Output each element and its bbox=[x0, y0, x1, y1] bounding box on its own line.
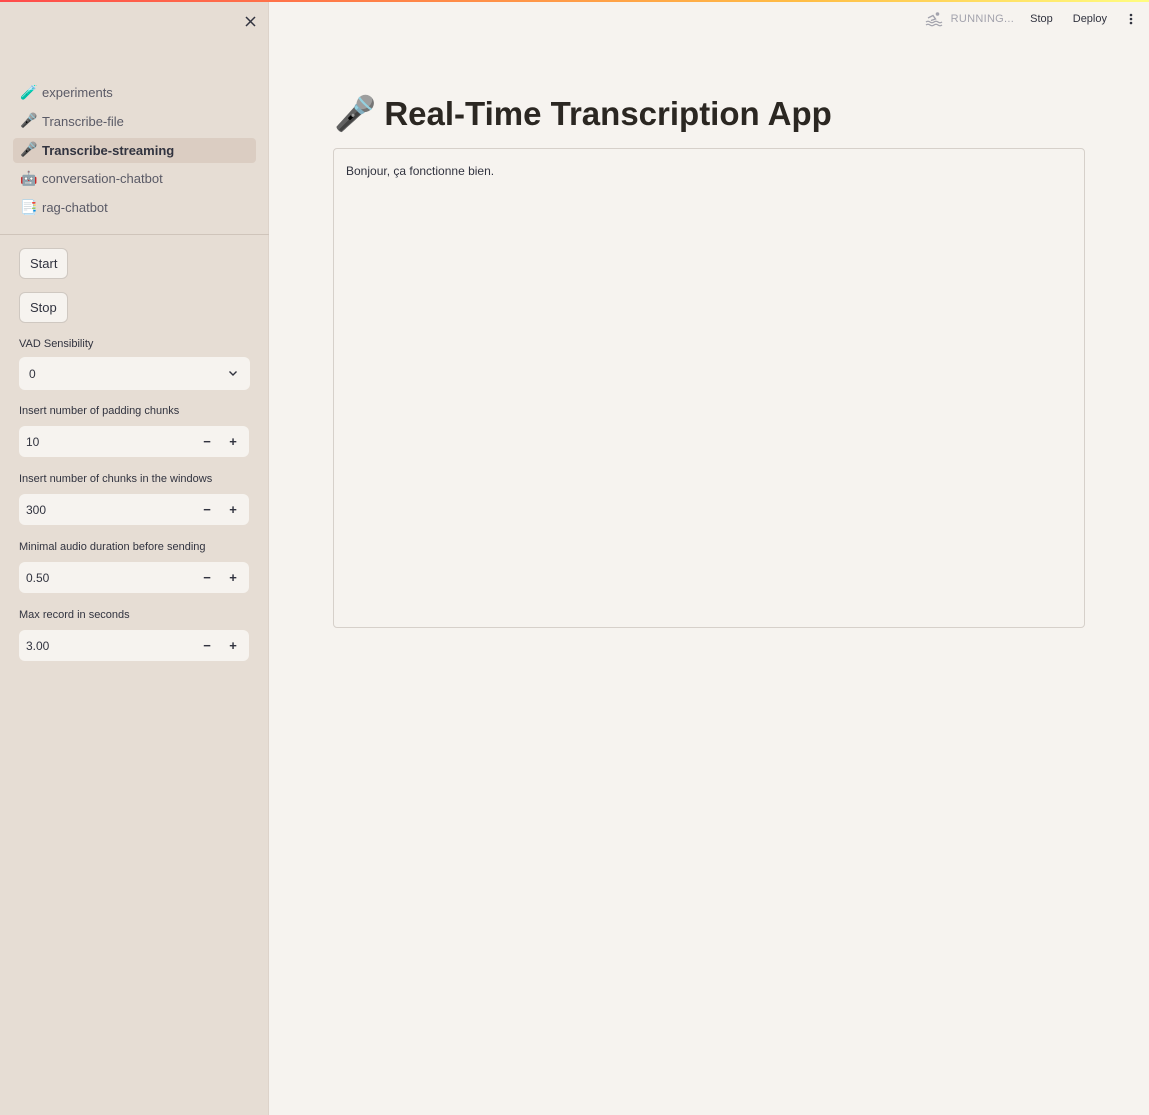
deploy-button[interactable]: Deploy bbox=[1073, 13, 1107, 25]
nav-item-experiments[interactable]: 🧪 experiments bbox=[13, 80, 256, 105]
test-tube-icon: 🧪 bbox=[20, 84, 38, 101]
page-title: 🎤 Real-Time Transcription App bbox=[334, 94, 832, 134]
running-status: RUNNING... bbox=[925, 11, 1015, 27]
increment-button[interactable]: + bbox=[220, 426, 246, 457]
nav-divider bbox=[0, 234, 269, 235]
min-duration-input[interactable] bbox=[19, 562, 194, 593]
window-chunks-label: Insert number of chunks in the windows bbox=[19, 473, 213, 485]
min-duration-stepper: − + bbox=[19, 562, 249, 593]
sidebar: 🧪 experiments 🎤 Transcribe-file 🎤 Transc… bbox=[0, 0, 269, 1115]
padding-chunks-stepper: − + bbox=[19, 426, 249, 457]
vad-sensibility-select[interactable]: 0 bbox=[19, 357, 250, 390]
running-progress-bar bbox=[0, 0, 1149, 2]
nav-item-rag-chatbot[interactable]: 📑 rag-chatbot bbox=[13, 195, 256, 220]
nav-item-transcribe-streaming[interactable]: 🎤 Transcribe-streaming bbox=[13, 137, 256, 163]
padding-chunks-input[interactable] bbox=[19, 426, 194, 457]
nav-item-label: Transcribe-streaming bbox=[42, 142, 175, 158]
kebab-menu-icon bbox=[1129, 13, 1133, 25]
microphone-icon: 🎤 bbox=[334, 94, 377, 134]
increment-button[interactable]: + bbox=[220, 562, 246, 593]
nav-item-label: Transcribe-file bbox=[42, 113, 124, 129]
header-stop-button[interactable]: Stop bbox=[1030, 13, 1053, 25]
decrement-button[interactable]: − bbox=[194, 562, 220, 593]
stop-button[interactable]: Stop bbox=[19, 292, 68, 323]
bookmark-tabs-icon: 📑 bbox=[20, 199, 38, 216]
app-toolbar: RUNNING... Stop Deploy bbox=[925, 10, 1149, 28]
decrement-button[interactable]: − bbox=[194, 426, 220, 457]
close-sidebar-button[interactable] bbox=[240, 11, 260, 31]
start-button[interactable]: Start bbox=[19, 248, 69, 279]
running-status-text: RUNNING... bbox=[950, 13, 1015, 25]
padding-chunks-label: Insert number of padding chunks bbox=[19, 405, 180, 417]
min-duration-label: Minimal audio duration before sending bbox=[19, 541, 206, 553]
increment-button[interactable]: + bbox=[220, 494, 246, 525]
vad-sensibility-value: 0 bbox=[29, 366, 36, 381]
robot-icon: 🤖 bbox=[20, 170, 38, 187]
main-menu-button[interactable] bbox=[1121, 10, 1141, 28]
max-record-input[interactable] bbox=[19, 630, 194, 661]
vad-sensibility-label: VAD Sensibility bbox=[19, 338, 94, 350]
swimmer-running-icon bbox=[925, 12, 942, 27]
nav-item-transcribe-file[interactable]: 🎤 Transcribe-file bbox=[13, 109, 256, 134]
max-record-stepper: − + bbox=[19, 630, 249, 661]
close-icon bbox=[244, 15, 256, 27]
nav-item-label: conversation-chatbot bbox=[42, 171, 163, 187]
decrement-button[interactable]: − bbox=[194, 494, 220, 525]
chevron-down-icon bbox=[229, 371, 237, 376]
page-nav: 🧪 experiments 🎤 Transcribe-file 🎤 Transc… bbox=[13, 80, 256, 224]
nav-item-conversation-chatbot[interactable]: 🤖 conversation-chatbot bbox=[13, 166, 256, 191]
transcript-container: Bonjour, ça fonctionne bien. bbox=[333, 148, 1085, 628]
microphone-icon: 🎤 bbox=[20, 142, 38, 159]
transcript-text: Bonjour, ça fonctionne bien. bbox=[346, 164, 495, 178]
decrement-button[interactable]: − bbox=[194, 630, 220, 661]
window-chunks-input[interactable] bbox=[19, 494, 194, 525]
nav-item-label: experiments bbox=[42, 85, 113, 100]
page-title-text: Real-Time Transcription App bbox=[384, 95, 832, 132]
microphone-icon: 🎤 bbox=[20, 113, 38, 130]
increment-button[interactable]: + bbox=[220, 630, 246, 661]
window-chunks-stepper: − + bbox=[19, 494, 249, 525]
nav-item-label: rag-chatbot bbox=[42, 200, 108, 216]
max-record-label: Max record in seconds bbox=[19, 609, 130, 621]
